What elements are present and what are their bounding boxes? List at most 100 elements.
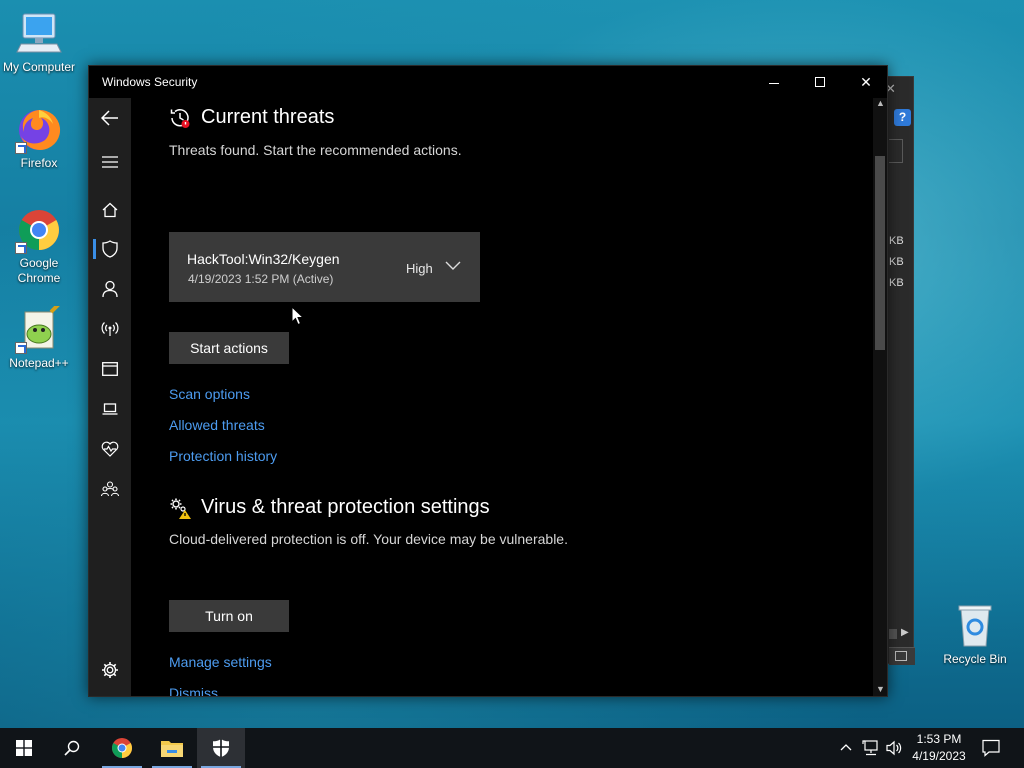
shield-icon <box>213 739 229 757</box>
nav-device-performance-health[interactable] <box>89 429 131 469</box>
file-size-unit: KB <box>889 277 904 289</box>
title-bar[interactable]: Windows Security ✕ <box>89 66 887 98</box>
manage-settings-link[interactable]: Manage settings <box>169 654 272 670</box>
allowed-threats-link[interactable]: Allowed threats <box>169 417 265 433</box>
close-button[interactable]: ✕ <box>843 66 889 98</box>
shortcut-arrow-icon <box>15 242 27 254</box>
nav-settings[interactable] <box>89 650 131 690</box>
shortcut-arrow-icon <box>15 142 27 154</box>
computer-icon <box>15 10 63 58</box>
turn-on-button[interactable]: Turn on <box>169 600 289 632</box>
taskbar-windows-security[interactable] <box>197 728 245 768</box>
nav-family-options[interactable] <box>89 469 131 509</box>
protection-history-link[interactable]: Protection history <box>169 448 277 464</box>
back-arrow-icon <box>101 110 118 126</box>
window-icon <box>895 651 907 661</box>
chrome-icon <box>112 738 132 758</box>
horizontal-scrollbar-thumb[interactable] <box>889 629 897 639</box>
chevron-down-icon[interactable] <box>445 259 461 271</box>
maximize-button[interactable] <box>797 66 843 98</box>
home-icon <box>102 202 118 218</box>
scroll-up-icon[interactable]: ▲ <box>876 98 885 108</box>
cloud-protection-status-text: Cloud-delivered protection is off. Your … <box>169 531 568 547</box>
chevron-up-icon[interactable] <box>840 743 852 751</box>
desktop-icon-label: Notepad++ <box>9 356 69 370</box>
desktop-icon-google-chrome[interactable]: Google Chrome <box>0 206 78 286</box>
person-icon <box>102 280 118 298</box>
nav-app-browser-control[interactable] <box>89 349 131 389</box>
shortcut-arrow-icon <box>15 342 27 354</box>
taskbar: 1:53 PM 4/19/2023 <box>0 728 1024 768</box>
taskbar-chrome[interactable] <box>98 728 146 768</box>
vertical-scrollbar[interactable]: ▲ ▼ <box>873 98 887 696</box>
desktop-icon-label: Recycle Bin <box>943 652 1007 666</box>
windows-security-window: Windows Security ✕ Current threats Threa… <box>88 65 888 697</box>
file-size-unit: KB <box>889 256 904 268</box>
start-button[interactable] <box>0 728 48 768</box>
dismiss-link[interactable]: Dismiss <box>169 685 218 696</box>
current-threats-header: Current threats <box>169 106 334 129</box>
scroll-down-icon[interactable]: ▼ <box>876 684 885 694</box>
gear-icon <box>102 662 118 678</box>
desktop-icon-label: Google Chrome <box>17 256 61 285</box>
scan-options-link[interactable]: Scan options <box>169 386 250 402</box>
threats-status-text: Threats found. Start the recommended act… <box>169 142 462 158</box>
network-icon[interactable] <box>862 740 880 756</box>
gears-warning-icon <box>170 498 191 519</box>
start-actions-button[interactable]: Start actions <box>169 332 289 364</box>
maximize-icon <box>815 77 825 88</box>
firefox-icon <box>15 106 63 154</box>
nav-home[interactable] <box>89 190 131 230</box>
chrome-icon <box>15 206 63 254</box>
nav-account-protection[interactable] <box>89 269 131 309</box>
laptop-icon <box>102 403 118 415</box>
nav-virus-protection[interactable] <box>89 229 131 269</box>
back-button[interactable] <box>89 98 131 138</box>
notification-icon[interactable] <box>982 739 1000 757</box>
wireless-icon <box>101 322 119 336</box>
clock-date: 4/19/2023 <box>912 749 966 763</box>
taskbar-file-explorer[interactable] <box>148 728 196 768</box>
section-title: Current threats <box>201 106 335 128</box>
desktop-icon-recycle-bin[interactable]: Recycle Bin <box>936 602 1014 667</box>
navigation-rail <box>89 98 131 696</box>
section-title: Virus & threat protection settings <box>201 496 490 518</box>
clock-warning-icon <box>170 108 190 128</box>
minimize-button[interactable] <box>751 66 797 98</box>
minimize-icon <box>769 82 779 84</box>
mouse-cursor-icon <box>291 306 305 326</box>
family-icon <box>101 481 119 497</box>
hamburger-icon <box>102 156 118 168</box>
nav-device-security[interactable] <box>89 389 131 429</box>
search-button[interactable] <box>48 728 96 768</box>
clock[interactable]: 1:53 PM 4/19/2023 <box>900 731 978 765</box>
help-icon[interactable]: ? <box>894 109 911 126</box>
heart-icon <box>101 441 119 457</box>
threat-timestamp: 4/19/2023 1:52 PM (Active) <box>188 272 334 286</box>
text-field-edge[interactable] <box>889 139 903 163</box>
file-size-unit: KB <box>889 235 904 247</box>
main-content: Current threats Threats found. Start the… <box>131 98 873 696</box>
status-bar <box>889 647 915 665</box>
desktop-icon-label: Firefox <box>20 156 58 170</box>
protection-settings-header: Virus & threat protection settings <box>169 496 490 519</box>
clock-time: 1:53 PM <box>916 732 962 746</box>
search-icon <box>64 740 80 756</box>
windows-logo-icon <box>16 740 32 756</box>
threat-severity: High <box>406 261 433 276</box>
desktop-icon-firefox[interactable]: Firefox <box>0 106 78 171</box>
threat-card[interactable]: HackTool:Win32/Keygen 4/19/2023 1:52 PM … <box>169 232 480 302</box>
scrollbar-thumb[interactable] <box>875 156 885 350</box>
menu-button[interactable] <box>89 142 131 182</box>
threat-name: HackTool:Win32/Keygen <box>187 251 340 267</box>
browser-window-icon <box>102 362 118 376</box>
desktop-icon-my-computer[interactable]: My Computer <box>0 10 78 75</box>
recycle-bin-icon <box>951 602 999 650</box>
chevron-right-icon[interactable]: ▶ <box>901 627 909 638</box>
folder-icon <box>161 741 183 757</box>
nav-firewall[interactable] <box>89 309 131 349</box>
desktop-icon-notepad-plus-plus[interactable]: Notepad++ <box>0 302 78 371</box>
desktop-icon-label: My Computer <box>2 60 76 74</box>
shield-icon <box>102 240 118 258</box>
notepad-plus-plus-icon <box>15 302 63 354</box>
